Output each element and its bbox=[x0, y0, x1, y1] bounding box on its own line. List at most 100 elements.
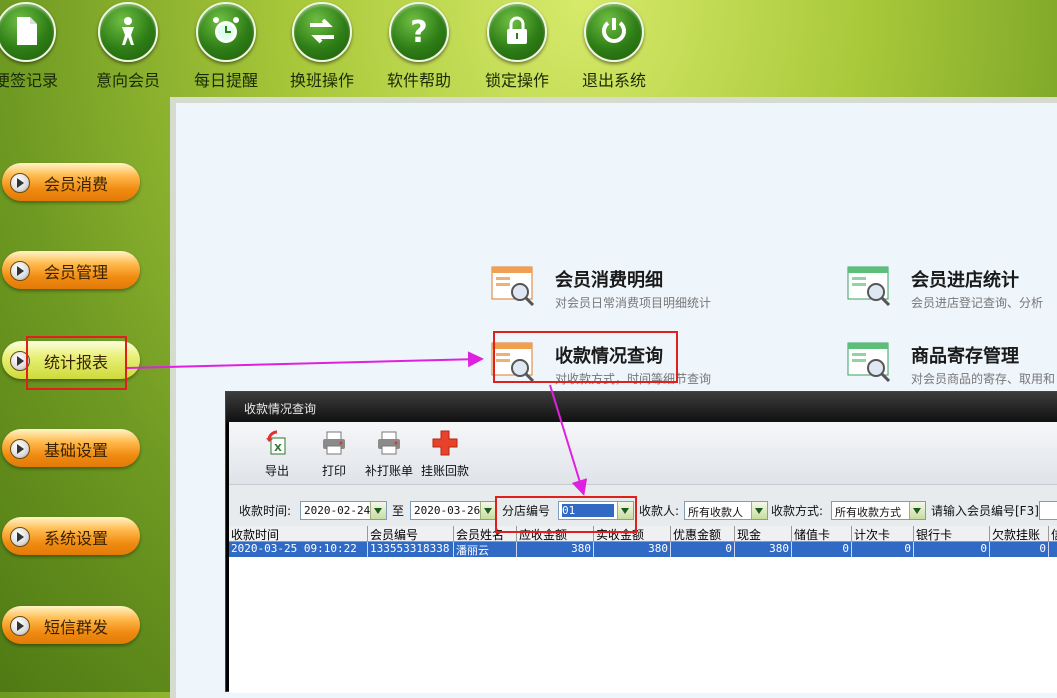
toolbar-exit-button[interactable]: 退出系统 bbox=[568, 0, 660, 95]
tool-label: 导出 bbox=[264, 464, 289, 478]
table-header: 收款时间 会员编号 会员姓名 应收金额 实收金额 优惠金额 现金 储值卡 计次卡… bbox=[229, 526, 1057, 542]
table-row[interactable]: 2020-03-25 09:10:22 133553318338 潘丽云 380… bbox=[229, 542, 1057, 557]
table-cell: 0 bbox=[914, 542, 990, 557]
swap-arrows-icon bbox=[310, 18, 334, 44]
column-header[interactable]: 欠款挂账 bbox=[990, 526, 1049, 541]
dialog-toolbar: X 导出 打印 补打账单 挂账回款 bbox=[229, 422, 1057, 485]
lock-icon bbox=[507, 16, 527, 44]
sidebar-item-basic-settings[interactable]: 基础设置 bbox=[2, 429, 140, 467]
toolbar-label: 意向会员 bbox=[95, 71, 160, 90]
sidebar-item-member-manage[interactable]: 会员管理 bbox=[2, 251, 140, 289]
sidebar-item-label: 会员管理 bbox=[44, 263, 109, 282]
table-cell: 380 bbox=[517, 542, 594, 557]
table-cell: 潘丽云 bbox=[454, 542, 517, 557]
sidebar-item-label: 基础设置 bbox=[44, 441, 109, 460]
column-header[interactable]: 银行卡 bbox=[914, 526, 990, 541]
toolbar-label: 换班操作 bbox=[289, 71, 354, 90]
date-to-picker[interactable]: 2020-03-26 bbox=[410, 501, 497, 520]
play-icon bbox=[10, 527, 30, 547]
note-icon bbox=[17, 17, 37, 45]
column-header[interactable]: 现金 bbox=[735, 526, 792, 541]
table-cell bbox=[1049, 542, 1057, 557]
top-toolbar: 便签记录 意向会员 每日提醒 换班操作 ? 软件帮助 锁定操作 退出系统 bbox=[0, 0, 1057, 95]
table-cell: 0 bbox=[852, 542, 914, 557]
dialog-title: 收款情况查询 bbox=[244, 402, 317, 416]
table-cell: 0 bbox=[671, 542, 735, 557]
credit-repayment-button[interactable]: 挂账回款 bbox=[421, 430, 469, 479]
toolbar-shift-button[interactable]: 换班操作 bbox=[276, 0, 368, 95]
dropdown-arrow-icon[interactable] bbox=[751, 502, 767, 519]
table-cell: 0 bbox=[990, 542, 1049, 557]
printer-icon bbox=[323, 431, 345, 455]
toolbar-label: 软件帮助 bbox=[386, 71, 451, 90]
column-header[interactable]: 储值卡 bbox=[792, 526, 852, 541]
payment-table: 收款时间 会员编号 会员姓名 应收金额 实收金额 优惠金额 现金 储值卡 计次卡… bbox=[229, 526, 1057, 693]
tool-label: 打印 bbox=[321, 464, 346, 478]
to-label: 至 bbox=[392, 504, 405, 518]
dialog-body: X 导出 打印 补打账单 挂账回款 收款时间: 2020-02-24 至 202… bbox=[229, 422, 1057, 693]
sidebar-item-label: 会员消费 bbox=[44, 175, 109, 194]
report-search-icon bbox=[847, 266, 891, 306]
filter-row: 收款时间: 2020-02-24 至 2020-03-26 分店编号 01 收款… bbox=[229, 492, 1057, 522]
tool-label: 挂账回款 bbox=[421, 464, 470, 478]
dialog-titlebar[interactable]: 收款情况查询 bbox=[226, 392, 1057, 422]
tool-label: 补打账单 bbox=[365, 464, 414, 478]
payee-label: 收款人: bbox=[639, 504, 680, 518]
toolbar-label: 锁定操作 bbox=[484, 71, 549, 90]
report-title: 会员消费明细 bbox=[555, 270, 663, 291]
svg-text:X: X bbox=[274, 443, 282, 454]
table-cell: 0 bbox=[792, 542, 852, 557]
column-header[interactable]: 会员编号 bbox=[368, 526, 454, 541]
payee-value: 所有收款人 bbox=[688, 506, 743, 519]
date-from-picker[interactable]: 2020-02-24 bbox=[300, 501, 387, 520]
date-to-value: 2020-03-26 bbox=[414, 504, 481, 517]
reprint-bill-button[interactable]: 补打账单 bbox=[365, 430, 413, 479]
dropdown-arrow-icon[interactable] bbox=[480, 502, 496, 519]
column-header[interactable]: 优惠金额 bbox=[671, 526, 735, 541]
member-label: 请输入会员编号[F3] bbox=[931, 504, 1039, 518]
method-value: 所有收款方式 bbox=[835, 506, 901, 519]
toolbar-daily-reminder-button[interactable]: 每日提醒 bbox=[180, 0, 272, 95]
time-label: 收款时间: bbox=[239, 504, 292, 518]
report-search-icon bbox=[847, 342, 891, 382]
date-from-value: 2020-02-24 bbox=[304, 504, 371, 517]
play-icon bbox=[10, 616, 30, 636]
method-select[interactable]: 所有收款方式 bbox=[831, 501, 926, 520]
column-header[interactable]: 收款时间 bbox=[229, 526, 368, 541]
column-header[interactable]: 计次卡 bbox=[852, 526, 914, 541]
method-label: 收款方式: bbox=[771, 504, 824, 518]
toolbar-label: 便签记录 bbox=[0, 71, 58, 90]
highlight-box bbox=[495, 496, 637, 533]
table-cell: 380 bbox=[594, 542, 671, 557]
column-header[interactable]: 信 bbox=[1049, 526, 1057, 541]
play-icon bbox=[10, 439, 30, 459]
payee-select[interactable]: 所有收款人 bbox=[684, 501, 768, 520]
toolbar-intent-member-button[interactable]: 意向会员 bbox=[82, 0, 174, 95]
highlight-box bbox=[26, 336, 127, 390]
table-cell: 380 bbox=[735, 542, 792, 557]
dropdown-arrow-icon[interactable] bbox=[370, 502, 386, 519]
report-title: 商品寄存管理 bbox=[911, 346, 1019, 367]
print-button[interactable]: 打印 bbox=[320, 430, 348, 479]
report-desc: 会员进店登记查询、分析 bbox=[911, 296, 1044, 310]
play-icon bbox=[10, 261, 30, 281]
sidebar-item-system-settings[interactable]: 系统设置 bbox=[2, 517, 140, 555]
toolbar-note-button[interactable]: 便签记录 bbox=[0, 0, 72, 95]
report-desc: 对会员日常消费项目明细统计 bbox=[555, 296, 712, 310]
report-desc: 对会员商品的寄存、取用和 bbox=[911, 372, 1056, 386]
dropdown-arrow-icon[interactable] bbox=[909, 502, 925, 519]
svg-text:?: ? bbox=[410, 15, 427, 48]
help-icon: ? bbox=[410, 15, 427, 48]
export-button[interactable]: X 导出 bbox=[263, 430, 291, 479]
toolbar-lock-button[interactable]: 锁定操作 bbox=[471, 0, 563, 95]
toolbar-help-button[interactable]: ? 软件帮助 bbox=[373, 0, 465, 95]
reprint-icon bbox=[378, 431, 400, 455]
sidebar-item-sms[interactable]: 短信群发 bbox=[2, 606, 140, 644]
power-icon bbox=[602, 18, 626, 43]
add-plus-icon bbox=[432, 430, 458, 456]
payment-query-dialog: 收款情况查询 X 导出 打印 补打账单 挂账回款 收款时间: 2020-02-2… bbox=[225, 391, 1057, 693]
export-excel-icon: X bbox=[266, 430, 286, 455]
sidebar-item-member-consume[interactable]: 会员消费 bbox=[2, 163, 140, 201]
toolbar-label: 退出系统 bbox=[581, 71, 646, 90]
member-id-input[interactable] bbox=[1039, 501, 1057, 520]
